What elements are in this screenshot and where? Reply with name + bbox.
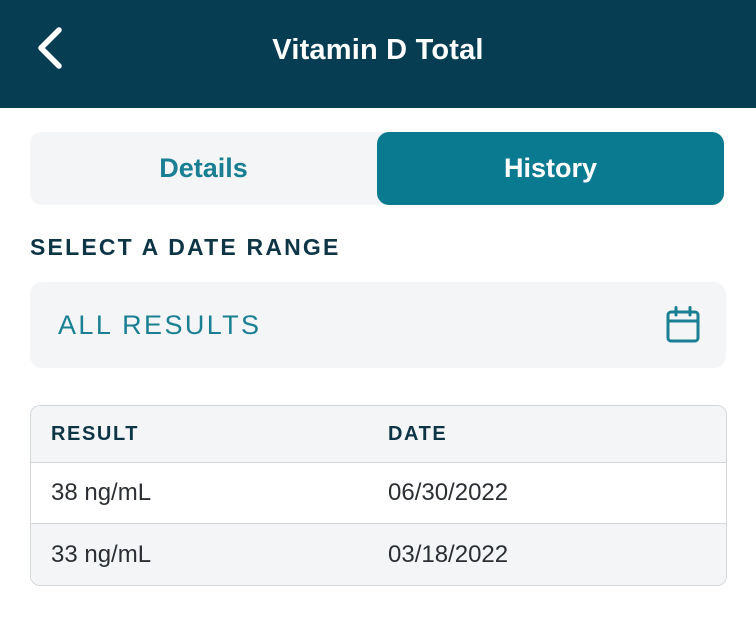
app-screen: Vitamin D Total Details History SELECT A… [0,0,756,636]
results-table: RESULT DATE 38 ng/mL 06/30/2022 33 ng/mL… [30,405,727,586]
result-date: 06/30/2022 [388,479,509,506]
tab-details[interactable]: Details [30,132,377,205]
result-value: 38 ng/mL [51,479,152,506]
table-row[interactable]: 38 ng/mL 06/30/2022 [31,463,726,524]
page-title: Vitamin D Total [272,33,484,66]
table-row[interactable]: 33 ng/mL 03/18/2022 [31,524,726,585]
chevron-left-icon [35,26,65,75]
date-range-value: ALL RESULTS [58,309,262,340]
table-header: RESULT DATE [31,406,726,463]
app-header: Vitamin D Total [0,0,756,108]
back-button[interactable] [22,22,78,78]
result-value: 33 ng/mL [51,540,152,568]
column-header-result: RESULT [51,422,140,445]
date-range-selector[interactable]: ALL RESULTS [30,282,726,368]
result-date: 03/18/2022 [388,540,509,568]
column-header-date: DATE [388,422,448,445]
calendar-icon[interactable] [666,306,700,344]
tab-history[interactable]: History [377,132,724,205]
date-range-label: SELECT A DATE RANGE [30,234,341,260]
segmented-tabs: Details History [30,132,724,205]
